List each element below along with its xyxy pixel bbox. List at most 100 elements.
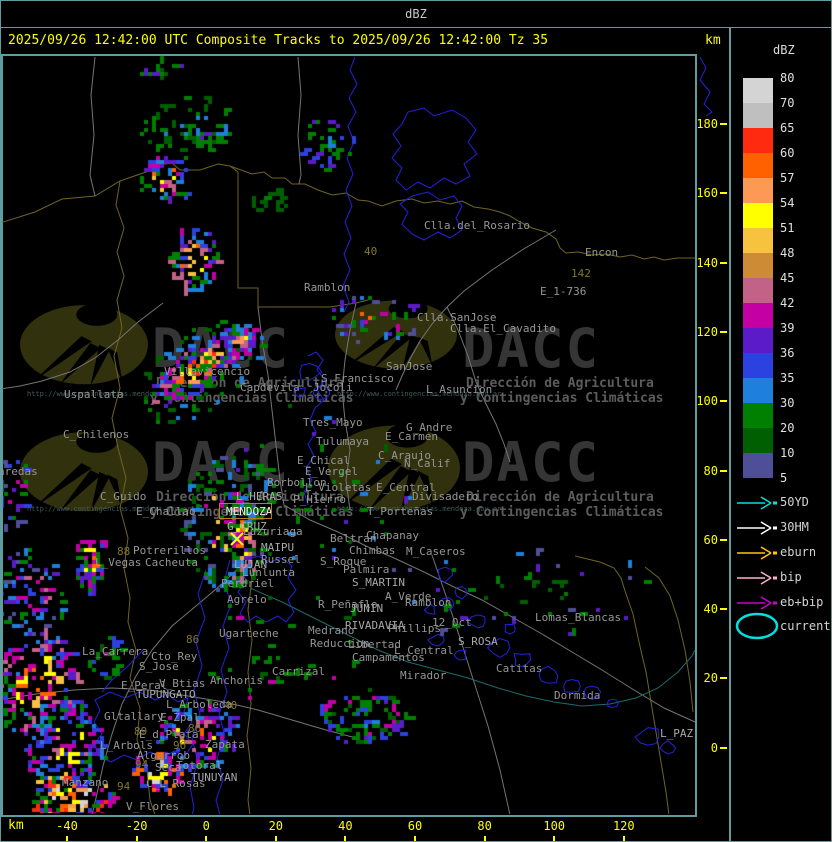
place-label: 96 bbox=[173, 739, 187, 752]
place-label: Campamentos bbox=[352, 651, 425, 664]
place-label: T_Porteñas bbox=[367, 505, 434, 518]
place-label: L_HERAS bbox=[236, 490, 283, 503]
place-label: E_Carmen bbox=[385, 430, 438, 443]
header-row: 2025/09/26 12:42:00 UTC Composite Tracks… bbox=[0, 28, 832, 53]
place-label: L_PAZ bbox=[660, 727, 694, 740]
place-label: 94 bbox=[117, 780, 131, 793]
bottom-axis-tick bbox=[344, 836, 347, 842]
place-label: Medrano bbox=[308, 624, 355, 637]
place-label: E_1-736 bbox=[540, 285, 587, 298]
place-label: Zapata bbox=[205, 738, 245, 751]
place-label: Perdriel bbox=[221, 577, 274, 590]
dbz-scale-label: 70 bbox=[780, 96, 795, 110]
place-label: P_Hierro bbox=[293, 493, 346, 506]
bottom-axis-tick-label: -20 bbox=[125, 819, 148, 833]
place-label: Catitas bbox=[496, 662, 543, 675]
dbz-scale-label: 30 bbox=[780, 396, 795, 410]
place-label: Luzuriaga bbox=[243, 525, 303, 538]
dbz-scale-label: 51 bbox=[780, 221, 795, 235]
bottom-axis-tick-label: 120 bbox=[612, 819, 635, 833]
bottom-axis-tick bbox=[135, 836, 138, 842]
right-axis-tick bbox=[720, 192, 727, 195]
place-label: M_Caseros bbox=[406, 545, 466, 558]
dbz-swatch-65 bbox=[743, 128, 773, 153]
dbz-scale-label: 54 bbox=[780, 196, 795, 210]
place-label: Capdevila bbox=[240, 381, 300, 394]
bottom-axis-tick bbox=[274, 836, 277, 842]
place-label: R_Peñaflo bbox=[318, 598, 378, 611]
dbz-scale-label: 57 bbox=[780, 171, 795, 185]
right-axis-tick-label: 60 bbox=[703, 532, 718, 547]
place-label: Lomas_Blancas bbox=[535, 611, 622, 624]
track-legend-label: eburn bbox=[780, 545, 817, 559]
bottom-axis-tick-label: 60 bbox=[407, 819, 423, 833]
bottom-axis-tick-label: 20 bbox=[268, 819, 284, 833]
title-bar: dBZ bbox=[0, 0, 832, 28]
place-label: 86 bbox=[188, 722, 202, 735]
place-label: L_Vegas bbox=[95, 556, 142, 569]
dbz-scale-label: 42 bbox=[780, 296, 795, 310]
place-label: Dormida bbox=[554, 689, 601, 702]
dbz-swatch-80 bbox=[743, 78, 773, 103]
place-label: Carrizal bbox=[272, 665, 325, 678]
place-label: Villavicencio bbox=[164, 365, 251, 378]
right-axis-tick-label: 20 bbox=[703, 671, 718, 686]
place-label: Ramblon bbox=[405, 596, 452, 609]
right-axis-tick bbox=[720, 469, 727, 472]
place-label: S_MARTIN bbox=[352, 576, 405, 589]
place-label: 89 bbox=[134, 725, 148, 738]
place-label: Gltallary bbox=[104, 710, 164, 723]
right-axis-tick-label: 100 bbox=[696, 394, 718, 409]
place-label: Uspallata bbox=[64, 388, 124, 401]
ellipse-icon bbox=[735, 612, 779, 640]
place-label: Cacheuta bbox=[145, 556, 198, 569]
bottom-axis-tick-label: 100 bbox=[543, 819, 566, 833]
track-legend-item-50YD: 50YD bbox=[731, 495, 832, 511]
place-label: Tres_Mayo bbox=[303, 416, 363, 429]
right-axis-tick-label: 160 bbox=[696, 186, 718, 201]
track-legend-label: 30HM bbox=[780, 520, 809, 534]
dbz-swatch-60 bbox=[743, 153, 773, 178]
dbz-scale-label: 35 bbox=[780, 371, 795, 385]
dbz-scale-label: 60 bbox=[780, 146, 795, 160]
place-label: Jocoli bbox=[313, 381, 353, 394]
dbz-scale-label: 10 bbox=[780, 446, 795, 460]
dbz-scale-label: 5 bbox=[780, 471, 788, 485]
place-label: C_L_Rosas bbox=[146, 777, 206, 790]
bottom-axis-tick-label: 80 bbox=[477, 819, 492, 833]
bottom-axis-tick-label: -40 bbox=[56, 819, 78, 833]
bottom-axis-unit-label: km bbox=[8, 818, 24, 833]
place-label: Agrelo bbox=[227, 593, 267, 606]
place-label: C_Guido bbox=[100, 490, 147, 503]
dbz-scale-label: 65 bbox=[780, 121, 795, 135]
dbz-swatch-30 bbox=[743, 403, 773, 428]
right-axis-unit-label: km bbox=[705, 33, 721, 48]
dbz-swatch-54 bbox=[743, 203, 773, 228]
track-legend-item-eb+bip: eb+bip bbox=[731, 595, 832, 611]
dbz-swatch-42 bbox=[743, 303, 773, 328]
dbz-scale-label: 48 bbox=[780, 246, 795, 260]
dbz-swatch-35 bbox=[743, 378, 773, 403]
bottom-axis-tick bbox=[205, 836, 208, 842]
place-label: Clla.del_Rosario bbox=[424, 219, 530, 232]
place-label: Ramblon bbox=[304, 281, 351, 294]
dbz-scale-label: 45 bbox=[780, 271, 795, 285]
track-legend-item-current: current bbox=[731, 612, 832, 640]
right-axis-tick bbox=[720, 608, 727, 611]
track-legend-label: current bbox=[780, 619, 831, 633]
city-highlight-box bbox=[219, 503, 272, 519]
bottom-axis-tick bbox=[622, 836, 625, 842]
right-axis-tick bbox=[720, 677, 727, 680]
place-label: 94 bbox=[135, 758, 149, 771]
place-label: Palmira bbox=[343, 563, 390, 576]
place-label: 40 bbox=[224, 699, 238, 712]
right-axis-tick bbox=[720, 261, 727, 264]
place-label: L_Arboleda bbox=[166, 698, 233, 711]
track-legend-label: 50YD bbox=[780, 495, 809, 509]
place-label: 12_Oct bbox=[432, 616, 472, 629]
place-label: Divisadero bbox=[412, 490, 479, 503]
bottom-axis-tick-label: 40 bbox=[338, 819, 353, 833]
right-axis-tick bbox=[720, 123, 727, 125]
place-label: Clla.El_Cavadito bbox=[450, 322, 556, 335]
legend-panel: dBZ 80 70 65 60 57 54 51 48 45 42 39 36 35 30 20 10 5 50… bbox=[729, 27, 832, 842]
